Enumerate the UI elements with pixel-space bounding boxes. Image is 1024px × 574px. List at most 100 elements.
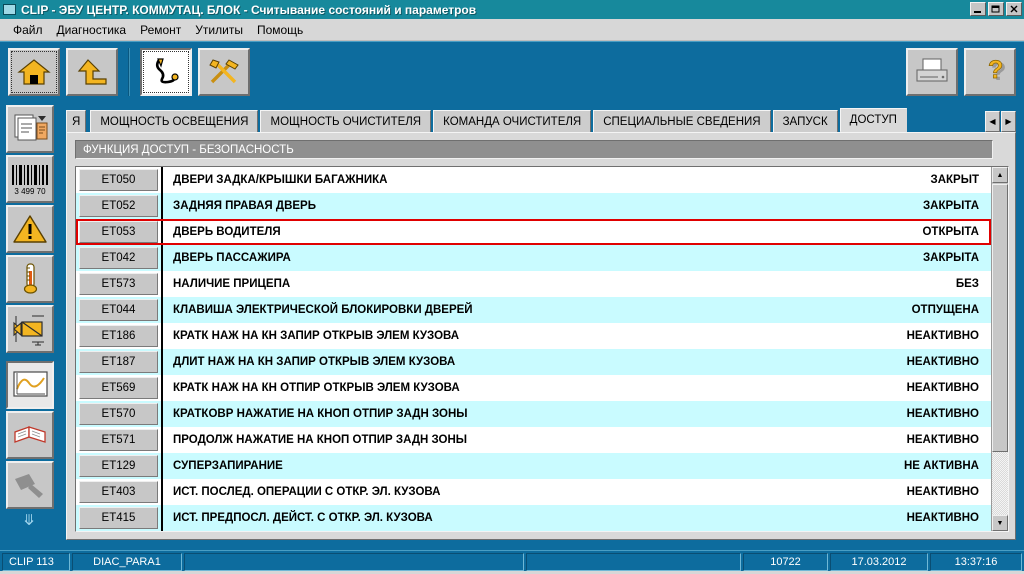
parameter-value: НЕАКТИВНО — [906, 512, 979, 524]
sidebar-item-faults[interactable] — [6, 205, 54, 253]
triangle-down-icon[interactable]: ▼ — [992, 515, 1008, 531]
sidebar-divider — [0, 353, 58, 359]
table-row[interactable]: ET129 СУПЕРЗАПИРАНИЕ НЕ АКТИВНА — [76, 453, 991, 479]
parameter-value: НЕАКТИВНО — [906, 486, 979, 498]
tab-strip: Я МОЩНОСТЬ ОСВЕЩЕНИЯ МОЩНОСТЬ ОЧИСТИТЕЛЯ… — [66, 106, 1016, 132]
parameter-code: ET403 — [79, 481, 158, 503]
sidebar-item-tests[interactable] — [6, 461, 54, 509]
table-row[interactable]: ET571 ПРОДОЛЖ НАЖАТИЕ НА КНОП ОТПИР ЗАДН … — [76, 427, 991, 453]
table-row[interactable]: ET570 КРАТКОВР НАЖАТИЕ НА КНОП ОТПИР ЗАДН… — [76, 401, 991, 427]
print-button[interactable] — [906, 48, 958, 96]
parameter-code: ET187 — [79, 351, 158, 373]
menu-item-utilities[interactable]: Утилиты — [188, 21, 250, 39]
triangle-right-icon[interactable]: ▶ — [1001, 111, 1016, 132]
parameter-value: НЕ АКТИВНА — [904, 460, 979, 472]
parameter-value: ЗАКРЫТА — [922, 200, 979, 212]
back-button[interactable] — [66, 48, 118, 96]
app-icon[interactable] — [3, 4, 16, 15]
parameter-code: ET052 — [79, 195, 158, 217]
status-field3 — [184, 553, 524, 571]
menu-item-help[interactable]: Помощь — [250, 21, 310, 39]
table-row[interactable]: ET415 ИСТ. ПРЕДПОСЛ. ДЕЙСТ. С ОТКР. ЭЛ. К… — [76, 505, 991, 531]
sidebar-item-graph[interactable] — [6, 361, 54, 409]
sidebar-scroll-down[interactable]: ⤋ — [0, 509, 58, 531]
parameter-label: КЛАВИША ЭЛЕКТРИЧЕСКОЙ БЛОКИРОВКИ ДВЕРЕЙ — [161, 297, 791, 323]
sidebar-item-documents[interactable] — [6, 105, 54, 153]
svg-text:3 499 70: 3 499 70 — [14, 187, 46, 196]
parameter-value: НЕАКТИВНО — [906, 356, 979, 368]
content-panel: ФУНКЦИЯ ДОСТУП - БЕЗОПАСНОСТЬ ET050 ДВЕРИ… — [66, 132, 1016, 540]
table-row[interactable]: ET187 ДЛИТ НАЖ НА КН ЗАПИР ОТКРЫВ ЭЛЕМ КУ… — [76, 349, 991, 375]
parameter-value: НЕАКТИВНО — [906, 408, 979, 420]
scrollbar-thumb[interactable] — [992, 184, 1008, 452]
parameter-value: ОТКРЫТА — [922, 226, 979, 238]
menu-item-diagnostics[interactable]: Диагностика — [50, 21, 134, 39]
menu-bar: Файл Диагностика Ремонт Утилиты Помощь — [0, 19, 1024, 41]
parameter-label: КРАТК НАЖ НА КН ОТПИР ОТКРЫВ ЭЛЕМ КУЗОВА — [161, 375, 791, 401]
table-row[interactable]: ET052 ЗАДНЯЯ ПРАВАЯ ДВЕРЬ ЗАКРЫТА — [76, 193, 991, 219]
restore-icon[interactable] — [988, 2, 1004, 16]
tab-access[interactable]: ДОСТУП — [839, 108, 907, 132]
parameter-code: ET570 — [79, 403, 158, 425]
table-row[interactable]: ET053 ДВЕРЬ ВОДИТЕЛЯ ОТКРЫТА — [76, 219, 991, 245]
parameter-label: КРАТК НАЖ НА КН ЗАПИР ОТКРЫВ ЭЛЕМ КУЗОВА — [161, 323, 791, 349]
table-row[interactable]: ET569 КРАТК НАЖ НА КН ОТПИР ОТКРЫВ ЭЛЕМ К… — [76, 375, 991, 401]
svg-text:?: ? — [988, 56, 1003, 84]
tab-lighting-power[interactable]: МОЩНОСТЬ ОСВЕЩЕНИЯ — [90, 110, 259, 132]
sidebar-item-parameters[interactable] — [6, 255, 54, 303]
minimize-icon[interactable] — [970, 2, 986, 16]
status-profile: DIAC_PARA1 — [72, 553, 182, 571]
tab-wiper-command[interactable]: КОМАНДА ОЧИСТИТЕЛЯ — [433, 110, 592, 132]
parameter-code: ET042 — [79, 247, 158, 269]
parameter-code: ET571 — [79, 429, 158, 451]
parameter-label: НАЛИЧИЕ ПРИЦЕПА — [161, 271, 791, 297]
parameters-grid: ET050 ДВЕРИ ЗАДКА/КРЫШКИ БАГАЖНИКА ЗАКРЫТ E… — [76, 167, 991, 531]
sidebar-item-barcode[interactable]: 3 499 70 — [6, 155, 54, 203]
parameter-code: ET569 — [79, 377, 158, 399]
parameter-code: ET044 — [79, 299, 158, 321]
parameter-label: ИСТ. ПРЕДПОСЛ. ДЕЙСТ. С ОТКР. ЭЛ. КУЗОВА — [161, 505, 791, 531]
parameter-label: ПРОДОЛЖ НАЖАТИЕ НА КНОП ОТПИР ЗАДН ЗОНЫ — [161, 427, 791, 453]
tab-start[interactable]: ЗАПУСК — [772, 110, 838, 132]
parameter-label: ДВЕРЬ ВОДИТЕЛЯ — [161, 219, 791, 245]
parameter-code: ET415 — [79, 507, 158, 529]
tab-ya[interactable]: Я — [66, 110, 87, 132]
scrollbar-track[interactable] — [992, 452, 1008, 515]
triangle-left-icon[interactable]: ◀ — [985, 111, 1000, 132]
table-row[interactable]: ET186 КРАТК НАЖ НА КН ЗАПИР ОТКРЫВ ЭЛЕМ К… — [76, 323, 991, 349]
tab-special-info[interactable]: СПЕЦИАЛЬНЫЕ СВЕДЕНИЯ — [593, 110, 771, 132]
parameter-value: НЕАКТИВНО — [906, 382, 979, 394]
help-button[interactable]: ? ? — [964, 48, 1016, 96]
tools-button[interactable] — [198, 48, 250, 96]
parameter-value: ОТПУЩЕНА — [911, 304, 979, 316]
menu-item-file[interactable]: Файл — [6, 21, 50, 39]
parameter-code: ET053 — [79, 221, 158, 243]
home-button[interactable] — [8, 48, 60, 96]
status-field4 — [526, 553, 741, 571]
application-window: CLIP - ЭБУ ЦЕНТР. КОММУТАЦ. БЛОК - Считы… — [0, 0, 1024, 574]
parameter-label: СУПЕРЗАПИРАНИЕ — [161, 453, 791, 479]
parameter-label: ИСТ. ПОСЛЕД. ОПЕРАЦИИ С ОТКР. ЭЛ. КУЗОВА — [161, 479, 791, 505]
status-app: CLIP 113 — [2, 553, 70, 571]
diagnostics-button[interactable] — [140, 48, 192, 96]
window-title: CLIP - ЭБУ ЦЕНТР. КОММУТАЦ. БЛОК - Считы… — [21, 2, 477, 17]
sidebar-item-documentation[interactable] — [6, 411, 54, 459]
parameter-label: КРАТКОВР НАЖАТИЕ НА КНОП ОТПИР ЗАДН ЗОНЫ — [161, 401, 791, 427]
grid-scrollbar[interactable]: ▲ ▼ — [991, 167, 1008, 531]
table-row[interactable]: ET050 ДВЕРИ ЗАДКА/КРЫШКИ БАГАЖНИКА ЗАКРЫТ — [76, 167, 991, 193]
parameter-label: ДЛИТ НАЖ НА КН ЗАПИР ОТКРЫВ ЭЛЕМ КУЗОВА — [161, 349, 791, 375]
triangle-up-icon[interactable]: ▲ — [992, 167, 1008, 183]
table-row[interactable]: ET403 ИСТ. ПОСЛЕД. ОПЕРАЦИИ С ОТКР. ЭЛ. К… — [76, 479, 991, 505]
table-row[interactable]: ET573 НАЛИЧИЕ ПРИЦЕПА БЕЗ — [76, 271, 991, 297]
table-row[interactable]: ET042 ДВЕРЬ ПАССАЖИРА ЗАКРЫТА — [76, 245, 991, 271]
close-icon[interactable] — [1006, 2, 1022, 16]
status-date: 17.03.2012 — [830, 553, 928, 571]
parameter-value: ЗАКРЫТА — [922, 252, 979, 264]
parameter-value: НЕАКТИВНО — [906, 330, 979, 342]
table-row[interactable]: ET044 КЛАВИША ЭЛЕКТРИЧЕСКОЙ БЛОКИРОВКИ ДВ… — [76, 297, 991, 323]
tab-wiper-power[interactable]: МОЩНОСТЬ ОЧИСТИТЕЛЯ — [260, 110, 432, 132]
menu-item-repair[interactable]: Ремонт — [133, 21, 188, 39]
main-panel: Я МОЩНОСТЬ ОСВЕЩЕНИЯ МОЩНОСТЬ ОЧИСТИТЕЛЯ… — [58, 103, 1024, 550]
sidebar-item-actuators[interactable] — [6, 305, 54, 353]
window-controls — [970, 2, 1022, 16]
